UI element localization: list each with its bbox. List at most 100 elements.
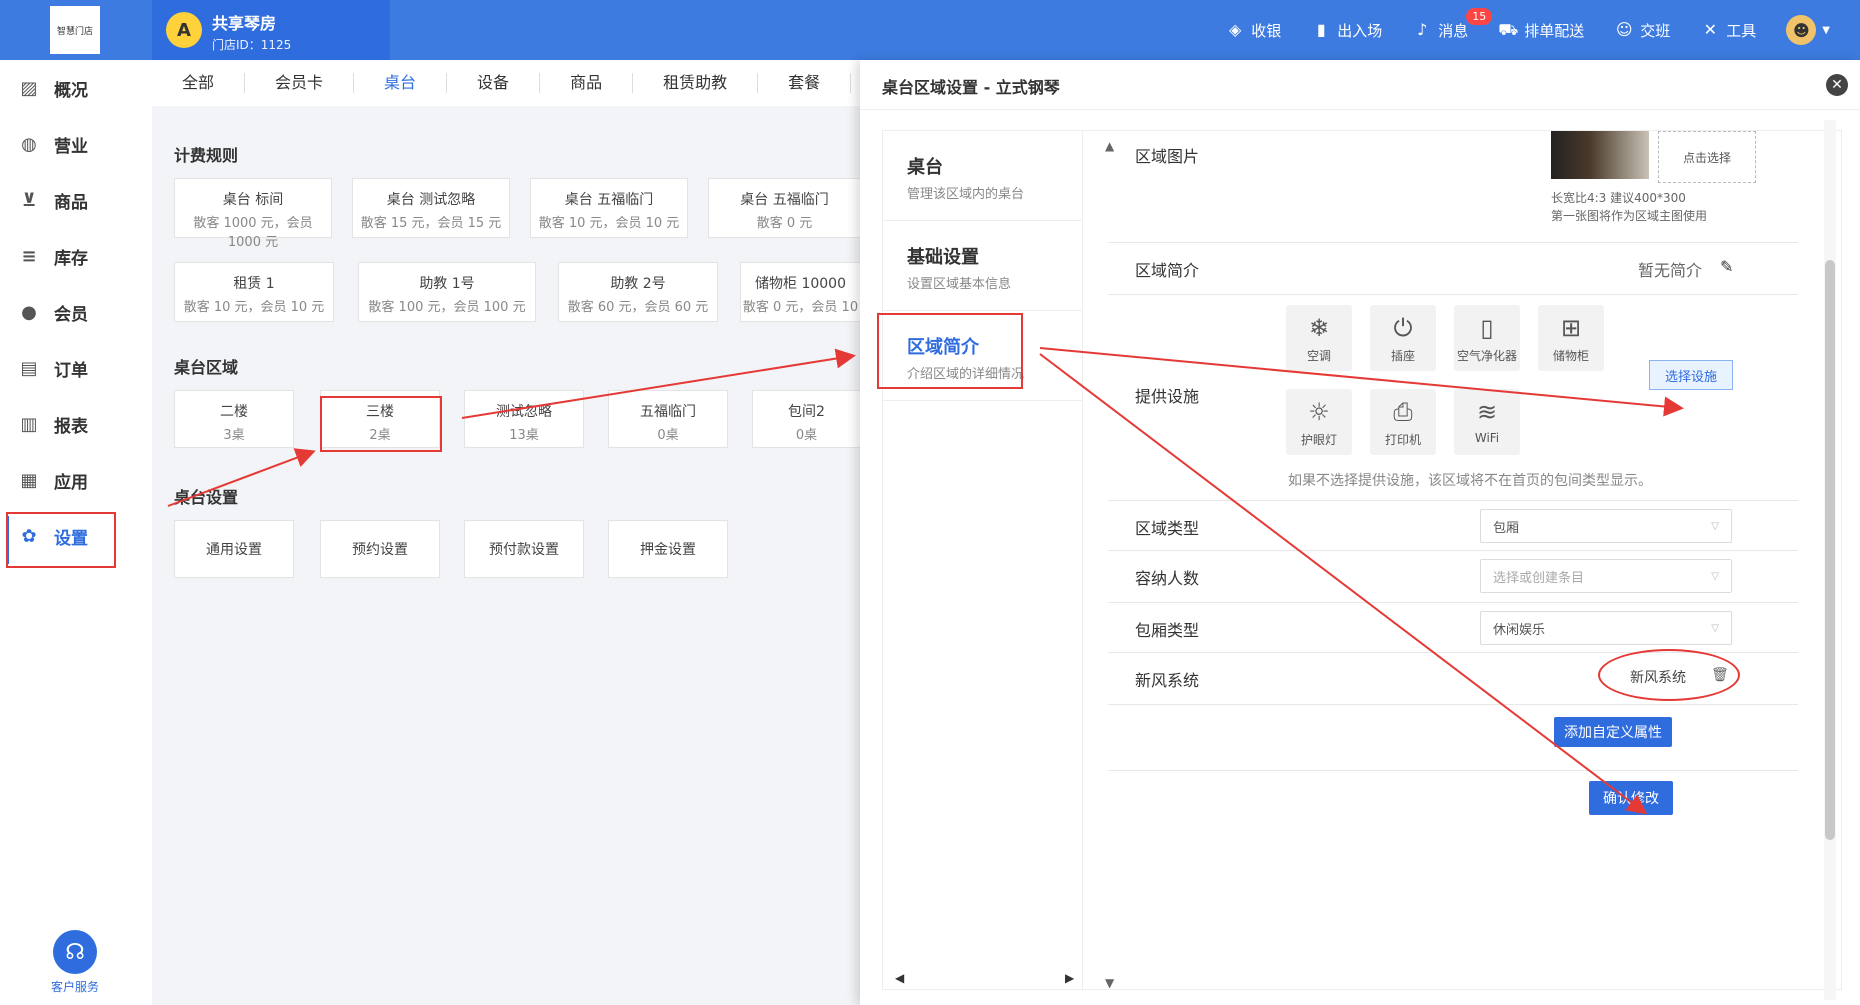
tab-member-card[interactable]: 会员卡 — [245, 73, 355, 93]
billing-card[interactable]: 租赁 1 散客 10 元，会员 10 元 — [174, 262, 334, 322]
store-name: 共享琴房 — [212, 14, 277, 33]
chevron-down-icon: ▽ — [1711, 570, 1719, 582]
table-areas-title: 桌台区域 — [174, 358, 239, 377]
facility-air-purifier[interactable]: ▯ 空气净化器 — [1454, 305, 1520, 371]
top-bar: 智慧门店 A 共享琴房 门店ID：1125 ◈ 收银 ▮ 出入场 ♪ 消息 15 ⛟ 排单… — [0, 0, 1860, 60]
billing-card[interactable]: 桌台 五福临门 散客 10 元，会员 10 元 — [530, 178, 688, 238]
billing-card[interactable]: 助教 1号 散客 100 元，会员 100 元 — [358, 262, 536, 322]
sidebar-item-members[interactable]: ● 会员 — [0, 284, 152, 340]
edit-icon[interactable]: ✎ — [1720, 257, 1733, 276]
tools-icon: ✕ — [1703, 20, 1717, 39]
facility-lamp[interactable]: ☼ 护眼灯 — [1286, 389, 1352, 455]
sidebar-item-products[interactable]: ⊻ 商品 — [0, 172, 152, 228]
billing-card[interactable]: 桌台 标间 散客 1000 元，会员 1000 元 — [174, 178, 332, 250]
capacity-row: 容纳人数 选择或创建条目 ▽ — [1108, 551, 1798, 603]
sidebar-item-orders[interactable]: ▤ 订单 — [0, 340, 152, 396]
tab-device[interactable]: 设备 — [447, 73, 541, 93]
intro-row: 区域简介 暂无简介 ✎ — [1108, 243, 1798, 295]
area-type-label: 区域类型 — [1135, 519, 1200, 538]
area-type-select[interactable]: 包厢 ▽ — [1480, 509, 1732, 543]
billing-card[interactable]: 桌台 测试忽略 散客 15 元，会员 15 元 — [352, 178, 510, 238]
sidebar-item-inventory[interactable]: ≡ 库存 — [0, 228, 152, 284]
cart-icon: ⊻ — [21, 189, 37, 211]
confirm-button[interactable]: 确认修改 — [1589, 781, 1673, 815]
prepay-settings-card[interactable]: 预付款设置 — [464, 520, 584, 578]
facilities-hint: 如果不选择提供设施，该区域将不在首页的包间类型显示。 — [1288, 473, 1652, 489]
billing-card[interactable]: 助教 2号 散客 60 元，会员 60 元 — [558, 262, 718, 322]
subnav-item-basic[interactable]: 基础设置 设置区域基本信息 — [883, 221, 1083, 311]
category-tabs: 全部 会员卡 桌台 设备 商品 租赁助教 套餐 — [152, 60, 860, 106]
customer-service-button[interactable]: ☊ 客户服务 — [40, 930, 110, 995]
store-avatar: A — [166, 12, 202, 48]
sidebar-item-overview[interactable]: ▨ 概况 — [0, 60, 152, 116]
booking-settings-card[interactable]: 预约设置 — [320, 520, 440, 578]
socket-icon: ⏻ — [1393, 314, 1413, 342]
top-menu-handover[interactable]: ☺ 交班 — [1614, 20, 1670, 41]
top-menu-tools[interactable]: ✕ 工具 — [1700, 20, 1757, 41]
area-card[interactable]: 包间2 0桌 — [752, 390, 860, 448]
top-menu-entry-exit[interactable]: ▮ 出入场 — [1311, 20, 1382, 41]
area-image-thumbnail[interactable] — [1551, 131, 1649, 179]
subnav-item-table[interactable]: 桌台 管理该区域内的桌台 — [883, 131, 1083, 221]
delivery-icon: ⛟ — [1498, 20, 1519, 39]
scroll-right-icon[interactable]: ▶ — [1065, 971, 1074, 985]
facility-wifi[interactable]: ≋ WiFi — [1454, 389, 1520, 455]
facility-socket[interactable]: ⏻ 插座 — [1370, 305, 1436, 371]
snowflake-icon: ❄ — [1308, 314, 1330, 342]
main-content: 全部 会员卡 桌台 设备 商品 租赁助教 套餐 计费规则 桌台 标间 散客 100… — [152, 60, 860, 1005]
tab-all[interactable]: 全部 — [152, 73, 246, 93]
area-card[interactable]: 五福临门 0桌 — [608, 390, 728, 448]
tab-rental-assistant[interactable]: 租赁助教 — [633, 73, 759, 93]
drawer-title: 桌台区域设置 - 立式钢琴 — [882, 78, 1060, 97]
tab-package[interactable]: 套餐 — [758, 73, 852, 93]
custom-property-label: 新风系统 — [1135, 671, 1200, 690]
facilities-row: 提供设施 ❄ 空调 ⏻ 插座 ▯ 空气净化器 ⊞ 储物柜 ☼ 护眼灯 ⎙ 打印机 ≋ WiFi… — [1108, 295, 1798, 501]
custom-property-row: 新风系统 新风系统 🗑 — [1108, 649, 1798, 705]
store-switcher[interactable]: A 共享琴房 门店ID：1125 — [152, 0, 390, 60]
billing-card[interactable]: 桌台 五福临门 散客 0 元 — [708, 178, 860, 238]
facility-air-conditioner[interactable]: ❄ 空调 — [1286, 305, 1352, 371]
annotation-ellipse — [1598, 649, 1740, 701]
top-menu-delivery[interactable]: ⛟ 排单配送 — [1498, 20, 1584, 41]
general-settings-card[interactable]: 通用设置 — [174, 520, 294, 578]
tab-table[interactable]: 桌台 — [354, 73, 448, 93]
user-avatar[interactable]: ☻ — [1786, 15, 1817, 45]
top-menu: ◈ 收银 ▮ 出入场 ♪ 消息 15 ⛟ 排单配送 ☺ 交班 ✕ 工具 ☻ ▼ — [1225, 0, 1860, 60]
printer-icon: ⎙ — [1393, 398, 1413, 426]
chevron-down-icon[interactable]: ▼ — [1822, 25, 1830, 36]
sidebar: ▨ 概况 ◍ 营业 ⊻ 商品 ≡ 库存 ● 会员 ▤ 订单 ▥ 报表 ▦ 应用 ✿ 设置 ☊ 客户… — [0, 60, 152, 1005]
facility-printer[interactable]: ⎙ 打印机 — [1370, 389, 1436, 455]
chart-icon: ▨ — [20, 77, 38, 99]
sidebar-item-apps[interactable]: ▦ 应用 — [0, 452, 152, 508]
billing-card[interactable]: 储物柜 10000 散客 0 元，会员 10 — [740, 262, 860, 322]
image-upload-button[interactable]: 点击选择 — [1658, 131, 1756, 183]
intro-form: 区域图片 点击选择 长宽比4:3 建议400*300 第一张图将作为区域主图使用… — [1108, 131, 1798, 991]
top-menu-messages[interactable]: ♪ 消息 15 — [1412, 7, 1493, 41]
facility-locker[interactable]: ⊞ 储物柜 — [1538, 305, 1604, 371]
apps-icon: ▦ — [20, 469, 38, 491]
select-facilities-button[interactable]: 选择设施 — [1649, 360, 1733, 390]
annotation-box-settings — [6, 512, 116, 568]
sidebar-item-reports[interactable]: ▥ 报表 — [0, 396, 152, 452]
area-card[interactable]: 测试忽略 13桌 — [464, 390, 584, 448]
room-type-row: 包厢类型 休闲娱乐 ▽ — [1108, 603, 1798, 653]
top-menu-cashier[interactable]: ◈ 收银 — [1225, 20, 1281, 41]
capacity-select[interactable]: 选择或创建条目 ▽ — [1480, 559, 1732, 593]
tab-product[interactable]: 商品 — [540, 73, 634, 93]
close-icon[interactable]: ✕ — [1826, 74, 1848, 96]
deposit-settings-card[interactable]: 押金设置 — [608, 520, 728, 578]
lamp-icon: ☼ — [1308, 398, 1330, 426]
scrollbar-thumb[interactable] — [1825, 260, 1835, 840]
vertical-scrollbar[interactable] — [1824, 120, 1836, 1000]
annotation-box-intro — [877, 313, 1023, 389]
room-type-select[interactable]: 休闲娱乐 ▽ — [1480, 611, 1732, 645]
message-count-badge: 15 — [1466, 7, 1493, 25]
area-card[interactable]: 二楼 3桌 — [174, 390, 294, 448]
headset-icon: ☊ — [53, 930, 97, 974]
add-custom-property-button[interactable]: 添加自定义属性 — [1554, 717, 1672, 747]
scroll-left-icon[interactable]: ◀ — [895, 971, 904, 985]
sidebar-item-business[interactable]: ◍ 营业 — [0, 116, 152, 172]
annotation-box-area — [320, 396, 442, 452]
drawer-header: 桌台区域设置 - 立式钢琴 ✕ — [860, 60, 1860, 110]
intro-value: 暂无简介 — [1638, 261, 1703, 280]
